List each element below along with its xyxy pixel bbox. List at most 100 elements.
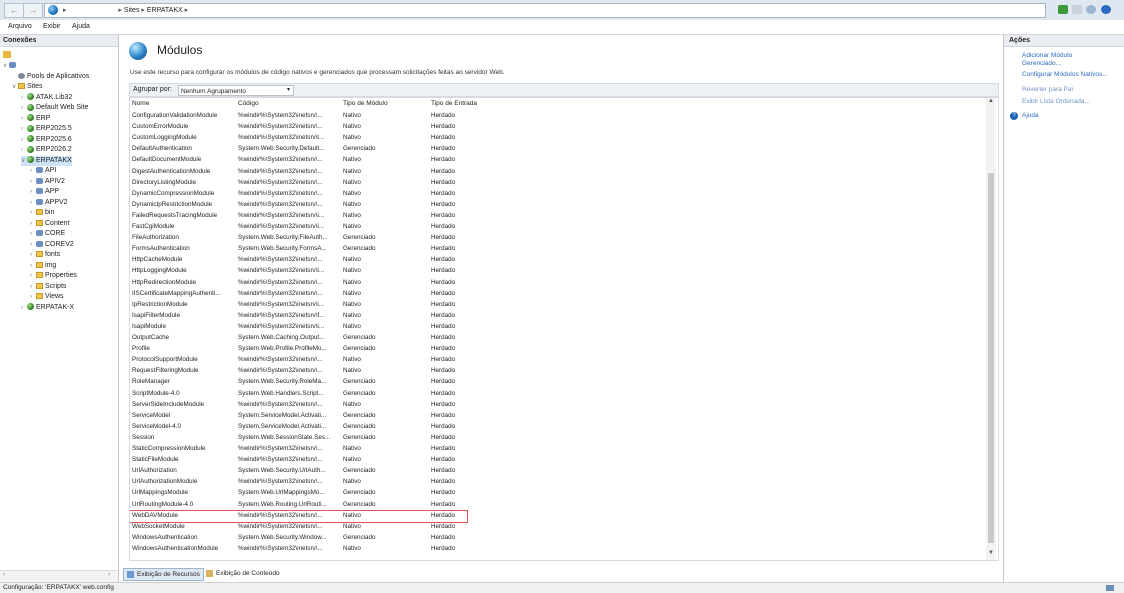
menu-exibir[interactable]: Exibir [43, 23, 61, 30]
table-row[interactable]: WindowsAuthenticationModule %windir%\Syst… [130, 543, 985, 554]
column-header-tipo-entrada[interactable]: Tipo de Entrada [431, 100, 477, 107]
breadcrumb-sites[interactable]: Sites [124, 7, 140, 14]
action-help[interactable]: Ajuda [1022, 112, 1039, 120]
breadcrumb[interactable]: ▸ ▸ Sites ▸ ERPATAKX ▸ [44, 3, 1046, 18]
tree-item[interactable]: › API [30, 166, 56, 176]
collapse-arrow-icon[interactable]: ∨ [21, 156, 27, 166]
expand-arrow-icon[interactable]: › [21, 93, 27, 103]
column-header-nome[interactable]: Nome [132, 100, 149, 107]
horizontal-scrollbar[interactable]: ‹ › [0, 570, 118, 582]
tree-item[interactable]: › ERP2026.2 [21, 145, 72, 155]
action-view-ordered-list[interactable]: Exibir Lista Ordenada... [1022, 98, 1090, 106]
action-add-managed-module[interactable]: Adicionar Módulo Gerenciado... [1022, 52, 1112, 68]
table-row[interactable]: DefaultDocumentModule %windir%\System32\i… [130, 154, 985, 165]
table-row[interactable]: DefaultAuthentication System.Web.Security… [130, 143, 985, 154]
group-by-select[interactable]: Nenhum Agrupamento ▾ [178, 85, 294, 96]
column-header-codigo[interactable]: Código [238, 100, 259, 107]
tree-item[interactable]: › bin [30, 208, 54, 218]
tree-item[interactable]: › Scripts [30, 282, 66, 292]
table-row[interactable]: HttpCacheModule %windir%\System32\inetsrv… [130, 254, 985, 265]
menu-ajuda[interactable]: Ajuda [72, 23, 90, 30]
tree-item[interactable]: › ERP2025.5 [21, 124, 72, 134]
table-row[interactable]: IISCertificateMappingAuthenti... %windir%… [130, 288, 985, 299]
action-configure-native-modules[interactable]: Configurar Módulos Nativos... [1022, 71, 1108, 79]
table-row[interactable]: Profile System.Web.Profile.ProfileMo... Ge… [130, 343, 985, 354]
tree-item[interactable]: › Properties [30, 271, 77, 281]
table-row[interactable]: Session System.Web.SessionState.Ses... Ger… [130, 432, 985, 443]
table-cell: Herdado [431, 544, 456, 552]
table-row[interactable]: StaticFileModule %windir%\System32\inetsr… [130, 454, 985, 465]
expand-arrow-icon[interactable]: › [21, 303, 27, 313]
table-row[interactable]: OutputCache System.Web.Caching.Output... G… [130, 332, 985, 343]
back-button[interactable]: ← [4, 3, 24, 18]
tab-content-view[interactable]: Exibição de Conteúdo [203, 568, 283, 579]
expand-arrow-icon[interactable]: › [21, 135, 27, 145]
tree-item[interactable]: › Content [30, 219, 70, 229]
table-row[interactable]: ServerSideIncludeModule %windir%\System32… [130, 399, 985, 410]
table-row[interactable]: ScriptModule-4.0 System.Web.Handlers.Scri… [130, 388, 985, 399]
table-row[interactable]: UrlRoutingModule-4.0 System.Web.Routing.U… [130, 499, 985, 510]
scrollbar-thumb[interactable] [988, 173, 994, 543]
envelope-icon[interactable] [1072, 5, 1082, 14]
table-row[interactable]: DynamicIpRestrictionModule %windir%\Syste… [130, 199, 985, 210]
tree-item[interactable]: › CORE [30, 229, 65, 239]
table-cell: %windir%\System32\inetsrv\... [238, 200, 323, 208]
tree-item[interactable]: › Views [30, 292, 64, 302]
table-row[interactable]: DynamicCompressionModule %windir%\System3… [130, 188, 985, 199]
table-row[interactable]: UrlAuthorization System.Web.Security.UrlA… [130, 465, 985, 476]
table-cell: UrlMappingsModule [132, 489, 188, 497]
tree-item[interactable]: › Default Web Site [21, 103, 88, 113]
table-cell: Herdado [431, 200, 456, 208]
tree-item[interactable]: › APP [30, 187, 59, 197]
table-row[interactable]: HttpLoggingModule %windir%\System32\inets… [130, 265, 985, 276]
breadcrumb-site[interactable]: ERPATAKX [147, 7, 183, 14]
tree-item[interactable]: › ATAK.Lib32 [21, 93, 72, 103]
table-row[interactable]: FastCgiModule %windir%\System32\inetsrv\i… [130, 221, 985, 232]
table-row[interactable]: IsapiModule %windir%\System32\inetsrv\i..… [130, 321, 985, 332]
table-row[interactable]: IsapiFilterModule %windir%\System32\inets… [130, 310, 985, 321]
table-row[interactable]: ServiceModel-4.0 System.ServiceModel.Acti… [130, 421, 985, 432]
table-row[interactable]: CustomLoggingModule %windir%\System32\ine… [130, 132, 985, 143]
tree-item[interactable]: Pools de Aplicativos [12, 72, 89, 82]
table-row[interactable]: RoleManager System.Web.Security.RoleMa...… [130, 376, 985, 387]
tree-item[interactable]: › APPV2 [30, 198, 68, 208]
tree-item[interactable]: › ERPATAK-X [21, 303, 74, 313]
connect-icon[interactable] [3, 51, 11, 58]
table-row[interactable]: HttpRedirectionModule %windir%\System32\i… [130, 277, 985, 288]
help-icon[interactable] [1101, 5, 1111, 14]
table-row[interactable]: DigestAuthenticationModule %windir%\Syste… [130, 166, 985, 177]
tree-item[interactable]: › ERP2025.6 [21, 135, 72, 145]
table-row[interactable]: IpRestrictionModule %windir%\System32\ine… [130, 299, 985, 310]
table-row[interactable]: WindowsAuthentication System.Web.Security… [130, 532, 985, 543]
table-cell: OutputCache [132, 334, 170, 341]
table-row[interactable]: FailedRequestsTracingModule %windir%\Syst… [130, 210, 985, 221]
table-row[interactable]: ServiceModel System.ServiceModel.Activati… [130, 410, 985, 421]
go-icon[interactable] [1058, 5, 1068, 14]
table-row[interactable]: DirectoryListingModule %windir%\System32\… [130, 177, 985, 188]
tree-item[interactable]: › ERP [21, 114, 50, 124]
table-row[interactable]: FormsAuthentication System.Web.Security.F… [130, 243, 985, 254]
expand-arrow-icon[interactable]: › [21, 114, 27, 124]
home-icon[interactable] [1086, 5, 1096, 14]
tree-item[interactable]: ∨ ERPATAKX [21, 155, 72, 166]
tree-item[interactable]: ∨ Sites [12, 82, 43, 92]
tab-features-view[interactable]: Exibição de Recursos [123, 568, 204, 581]
tree-item[interactable]: › fonts [30, 250, 60, 260]
table-row[interactable]: FileAuthorization System.Web.Security.Fil… [130, 232, 985, 243]
action-revert-to-parent[interactable]: Reverter para Pai [1022, 86, 1073, 94]
menu-arquivo[interactable]: Arquivo [8, 23, 32, 30]
table-row[interactable]: UrlMappingsModule System.Web.UrlMappingsM… [130, 487, 985, 498]
tree-item[interactable]: › img [30, 261, 56, 271]
application-icon [36, 177, 43, 184]
table-row[interactable]: ConfigurationValidationModule %windir%\Sy… [130, 110, 985, 121]
table-row[interactable]: ProtocolSupportModule %windir%\System32\i… [130, 354, 985, 365]
column-header-tipo-modulo[interactable]: Tipo de Módulo [343, 100, 388, 107]
tree-item[interactable]: › APIV2 [30, 177, 65, 187]
table-row[interactable]: StaticCompressionModule %windir%\System32… [130, 443, 985, 454]
tree-item[interactable]: ∨ [3, 61, 18, 71]
table-row[interactable]: RequestFilteringModule %windir%\System32\… [130, 365, 985, 376]
forward-button[interactable]: → [23, 3, 43, 18]
table-row[interactable]: CustomErrorModule %windir%\System32\inets… [130, 121, 985, 132]
tree-item[interactable]: › COREV2 [30, 240, 74, 250]
table-row[interactable]: UrlAuthorizationModule %windir%\System32\… [130, 476, 985, 487]
